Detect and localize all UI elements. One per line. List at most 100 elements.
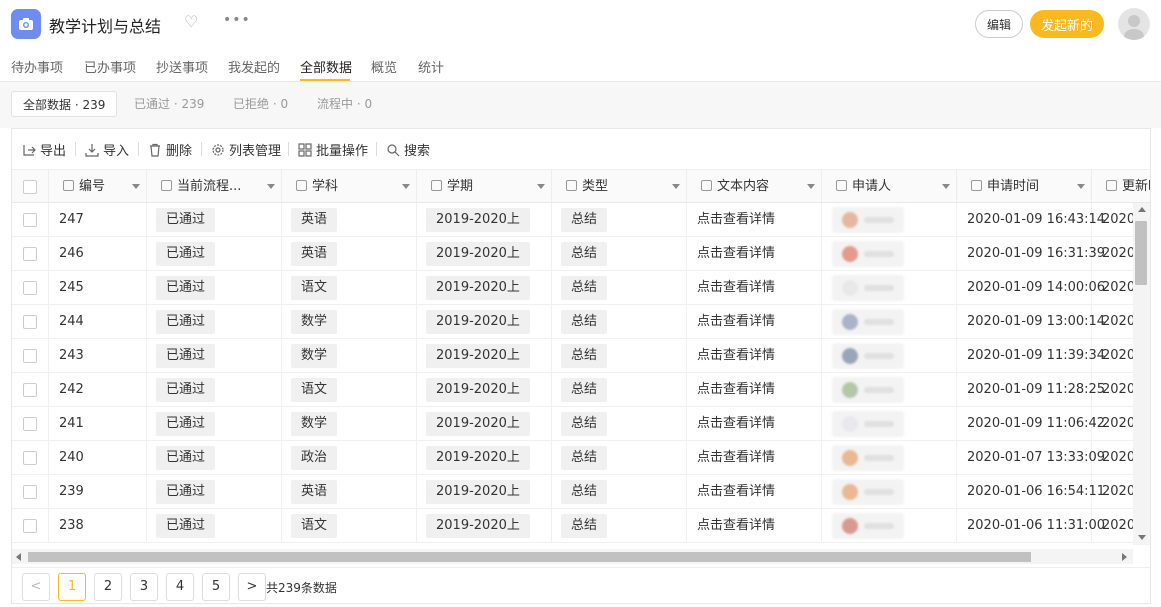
column-header-type[interactable]: 类型 — [552, 170, 687, 202]
caret-down-icon[interactable] — [807, 184, 815, 189]
view-details-link[interactable]: 点击查看详情 — [687, 518, 775, 533]
row-checkbox[interactable] — [23, 213, 37, 227]
caret-down-icon[interactable] — [1077, 184, 1085, 189]
cell-subject: 数学 — [282, 305, 417, 339]
row-checkbox[interactable] — [23, 485, 37, 499]
column-header-update-time[interactable]: 更新时 — [1092, 170, 1150, 202]
page-1-button[interactable]: 1 — [58, 573, 86, 601]
table-row[interactable]: 247 已通过 英语 2019-2020上 总结 点击查看详情 2020-01-09 16:… — [12, 203, 1133, 237]
view-details-link[interactable]: 点击查看详情 — [687, 280, 775, 295]
favorite-heart-icon[interactable]: ♡ — [184, 12, 198, 31]
table-row[interactable]: 239 已通过 英语 2019-2020上 总结 点击查看详情 2020-01-06 16:… — [12, 475, 1133, 509]
scroll-right-arrow-icon[interactable] — [1122, 553, 1127, 561]
filter-approved[interactable]: 已通过 · 239 — [123, 91, 215, 117]
page-2-button[interactable]: 2 — [94, 573, 122, 601]
tab-cc[interactable]: 抄送事项 — [156, 57, 208, 76]
column-header-id[interactable]: 编号 — [49, 170, 147, 202]
view-details-link[interactable]: 点击查看详情 — [687, 450, 775, 465]
row-checkbox[interactable] — [23, 451, 37, 465]
page-5-button[interactable]: 5 — [202, 573, 230, 601]
view-details-link[interactable]: 点击查看详情 — [687, 212, 775, 227]
tab-overview[interactable]: 概览 — [371, 57, 397, 76]
user-avatar[interactable] — [1118, 8, 1150, 40]
cell-text[interactable]: 点击查看详情 — [687, 237, 822, 271]
toolbar-divider — [288, 142, 289, 156]
vertical-scroll-thumb[interactable] — [1135, 221, 1147, 285]
table-row[interactable]: 244 已通过 数学 2019-2020上 总结 点击查看详情 2020-01-09 13:… — [12, 305, 1133, 339]
edit-button[interactable]: 编辑 — [975, 10, 1023, 38]
select-all-checkbox[interactable] — [23, 180, 37, 194]
cell-text[interactable]: 点击查看详情 — [687, 271, 822, 305]
table-row[interactable]: 242 已通过 语文 2019-2020上 总结 点击查看详情 2020-01-09 11:… — [12, 373, 1133, 407]
tab-all-data[interactable]: 全部数据 — [300, 57, 352, 76]
column-header-applicant[interactable]: 申请人 — [822, 170, 957, 202]
table-row[interactable]: 241 已通过 数学 2019-2020上 总结 点击查看详情 2020-01-09 11:… — [12, 407, 1133, 441]
search-button[interactable]: 搜索 — [386, 140, 430, 159]
page-3-button[interactable]: 3 — [130, 573, 158, 601]
export-button[interactable]: 导出 — [22, 140, 66, 159]
table-row[interactable]: 245 已通过 语文 2019-2020上 总结 点击查看详情 2020-01-09 14:… — [12, 271, 1133, 305]
cell-text[interactable]: 点击查看详情 — [687, 305, 822, 339]
caret-down-icon[interactable] — [402, 184, 410, 189]
batch-operation-button[interactable]: 批量操作 — [298, 140, 368, 159]
caret-down-icon[interactable] — [942, 184, 950, 189]
tab-statistics[interactable]: 统计 — [418, 57, 444, 76]
prev-page-button[interactable]: < — [22, 573, 50, 601]
view-details-link[interactable]: 点击查看详情 — [687, 416, 775, 431]
cell-apply-time: 2020-01-09 13:00:14 — [957, 305, 1105, 339]
cell-text[interactable]: 点击查看详情 — [687, 373, 822, 407]
filter-in-process[interactable]: 流程中 · 0 — [306, 91, 383, 117]
caret-down-icon[interactable] — [267, 184, 275, 189]
import-button[interactable]: 导入 — [85, 140, 129, 159]
scroll-left-arrow-icon[interactable] — [16, 553, 21, 561]
view-details-link[interactable]: 点击查看详情 — [687, 484, 775, 499]
view-details-link[interactable]: 点击查看详情 — [687, 382, 775, 397]
row-checkbox[interactable] — [23, 247, 37, 261]
applicant-name-redacted — [864, 251, 894, 257]
new-request-button[interactable]: 发起新的 — [1030, 10, 1104, 38]
column-header-flow[interactable]: 当前流程... — [147, 170, 282, 202]
scroll-down-arrow-icon[interactable] — [1138, 535, 1146, 540]
row-checkbox[interactable] — [23, 281, 37, 295]
tab-done[interactable]: 已办事项 — [84, 57, 136, 76]
filter-all[interactable]: 全部数据 · 239 — [11, 91, 118, 117]
cell-text[interactable]: 点击查看详情 — [687, 475, 822, 509]
row-checkbox[interactable] — [23, 315, 37, 329]
column-header-text[interactable]: 文本内容 — [687, 170, 822, 202]
filter-rejected[interactable]: 已拒绝 · 0 — [222, 91, 299, 117]
table-row[interactable]: 246 已通过 英语 2019-2020上 总结 点击查看详情 2020-01-09 16:… — [12, 237, 1133, 271]
more-dots-icon[interactable]: ••• — [223, 12, 251, 28]
view-details-link[interactable]: 点击查看详情 — [687, 314, 775, 329]
table-row[interactable]: 243 已通过 数学 2019-2020上 总结 点击查看详情 2020-01-09 11:… — [12, 339, 1133, 373]
cell-text[interactable]: 点击查看详情 — [687, 509, 822, 543]
page-4-button[interactable]: 4 — [166, 573, 194, 601]
scroll-up-arrow-icon[interactable] — [1138, 207, 1146, 212]
tab-initiated[interactable]: 我发起的 — [228, 57, 280, 76]
vertical-scrollbar[interactable] — [1133, 203, 1150, 545]
cell-text[interactable]: 点击查看详情 — [687, 441, 822, 475]
column-header-subject[interactable]: 学科 — [282, 170, 417, 202]
caret-down-icon[interactable] — [132, 184, 140, 189]
row-checkbox[interactable] — [23, 383, 37, 397]
view-details-link[interactable]: 点击查看详情 — [687, 348, 775, 363]
row-checkbox[interactable] — [23, 519, 37, 533]
delete-button[interactable]: 删除 — [148, 140, 192, 159]
cell-text[interactable]: 点击查看详情 — [687, 339, 822, 373]
caret-down-icon[interactable] — [672, 184, 680, 189]
table-row[interactable]: 240 已通过 政治 2019-2020上 总结 点击查看详情 2020-01-07 13:… — [12, 441, 1133, 475]
row-checkbox[interactable] — [23, 349, 37, 363]
cell-text[interactable]: 点击查看详情 — [687, 203, 822, 237]
table-row[interactable]: 238 已通过 语文 2019-2020上 总结 点击查看详情 2020-01-06 11:… — [12, 509, 1133, 543]
caret-down-icon[interactable] — [537, 184, 545, 189]
row-checkbox[interactable] — [23, 417, 37, 431]
horizontal-scrollbar[interactable] — [12, 549, 1133, 564]
horizontal-scroll-thumb[interactable] — [28, 552, 1031, 562]
column-header-apply-time[interactable]: 申请时间 — [957, 170, 1092, 202]
column-header-term[interactable]: 学期 — [417, 170, 552, 202]
next-page-button[interactable]: > — [238, 573, 266, 601]
cell-text[interactable]: 点击查看详情 — [687, 407, 822, 441]
tab-todo[interactable]: 待办事项 — [11, 57, 63, 76]
view-details-link[interactable]: 点击查看详情 — [687, 246, 775, 261]
cell-apply-time: 2020-01-09 16:31:39 — [957, 237, 1105, 271]
column-manage-button[interactable]: 列表管理 — [211, 140, 281, 159]
